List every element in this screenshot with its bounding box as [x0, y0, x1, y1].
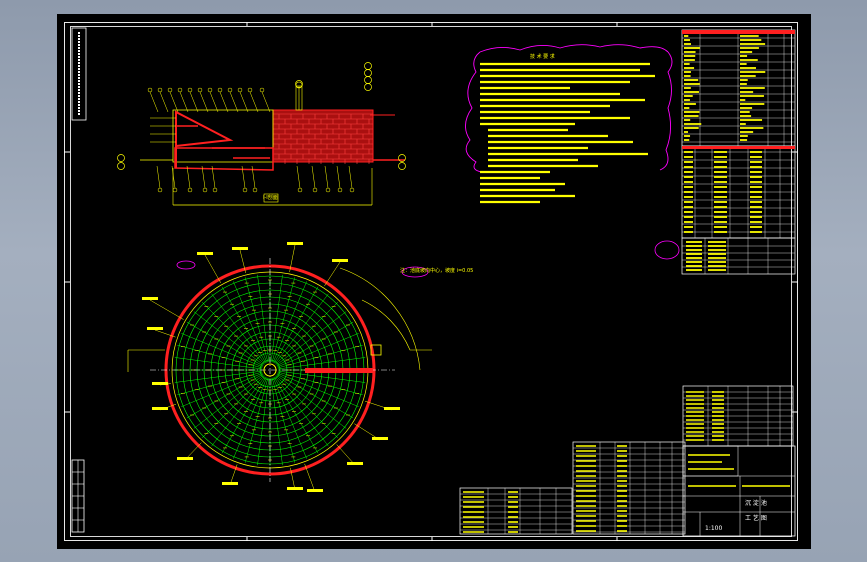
plan-note: 注：池底坡向中心，坡度 i=0.05	[400, 267, 473, 274]
binding-strip	[72, 28, 86, 532]
notes-block: 技 术 要 求	[465, 45, 679, 259]
title-block-sub: 工 艺 图	[745, 514, 767, 522]
section-label: I-I剖面	[263, 194, 278, 201]
plan-view[interactable]: 注：池底坡向中心，坡度 i=0.05	[128, 242, 473, 492]
notes-heading: 技 术 要 求	[530, 53, 555, 60]
title-block-name: 沉 淀 池	[745, 499, 767, 507]
scraper-bridge	[305, 368, 373, 373]
title-block[interactable]: 沉 淀 池 工 艺 图 1:100	[683, 446, 795, 536]
drawing-svg: I-I剖面 注：池底坡向中心，坡度 i=0.05 技 术 要 求 沉 淀 池 工…	[0, 0, 867, 562]
viewer-window: I-I剖面 注：池底坡向中心，坡度 i=0.05 技 术 要 求 沉 淀 池 工…	[0, 0, 867, 562]
plan-callouts	[142, 242, 400, 492]
section-view[interactable]: I-I剖面	[118, 63, 406, 206]
title-block-scale: 1:100	[705, 525, 722, 532]
